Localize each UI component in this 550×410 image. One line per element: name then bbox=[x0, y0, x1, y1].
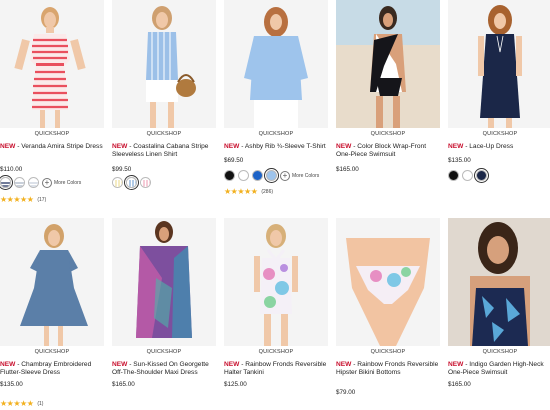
product-name[interactable]: NEW - Coastalina Cabana Stripe Sleeveles… bbox=[112, 143, 216, 159]
plus-icon: + bbox=[280, 170, 290, 181]
product-title[interactable]: Veranda Amira Stripe Dress bbox=[21, 143, 102, 150]
color-swatches bbox=[112, 177, 151, 188]
quickshop-link[interactable]: QUICKSHOP bbox=[112, 349, 216, 355]
color-swatches bbox=[448, 170, 487, 181]
product-image[interactable] bbox=[0, 218, 104, 346]
product-name[interactable]: NEW - Sun-Kissed On Georgette Off-The-Sh… bbox=[112, 361, 216, 377]
product-image[interactable] bbox=[112, 218, 216, 346]
rating[interactable]: ★★★★★ (1) bbox=[0, 399, 43, 408]
product-name[interactable]: NEW - Lace-Up Dress bbox=[448, 143, 550, 151]
new-badge: NEW bbox=[224, 361, 240, 368]
plus-icon: + bbox=[42, 177, 52, 188]
product-image[interactable] bbox=[448, 0, 550, 128]
quickshop-link[interactable]: QUICKSHOP bbox=[448, 131, 550, 137]
product-name[interactable]: NEW - Rainbow Fronds Reversible Hipster … bbox=[336, 361, 440, 377]
product-title[interactable]: Rainbow Fronds Reversible Halter Tankini bbox=[224, 361, 326, 376]
quickshop-link[interactable]: QUICKSHOP bbox=[224, 131, 328, 137]
product-image[interactable] bbox=[112, 0, 216, 128]
product-price: $110.00 bbox=[0, 166, 23, 173]
product-title[interactable]: Coastalina Cabana Stripe Sleeveless Line… bbox=[112, 143, 208, 158]
product-title[interactable]: Lace-Up Dress bbox=[469, 143, 513, 150]
star-rating-icon: ★★★★★ bbox=[0, 195, 34, 204]
swatch-navy[interactable] bbox=[476, 170, 487, 181]
new-badge: NEW bbox=[112, 361, 128, 368]
new-badge: NEW bbox=[0, 361, 16, 368]
product-price: $99.50 bbox=[112, 166, 132, 173]
rating[interactable]: ★★★★★ (286) bbox=[224, 187, 273, 196]
product-price: $135.00 bbox=[448, 157, 471, 164]
product-image[interactable] bbox=[336, 218, 440, 346]
product-price: $79.00 bbox=[336, 389, 356, 396]
star-rating-icon: ★★★★★ bbox=[0, 399, 34, 408]
product-price: $165.00 bbox=[448, 381, 471, 388]
swatch-gray-stripe[interactable] bbox=[14, 177, 25, 188]
quickshop-link[interactable]: QUICKSHOP bbox=[336, 131, 440, 137]
new-badge: NEW bbox=[336, 361, 352, 368]
review-count: (286) bbox=[261, 188, 274, 195]
color-swatches: + More Colors bbox=[224, 170, 319, 181]
product-title[interactable]: Sun-Kissed On Georgette Off-The-Shoulder… bbox=[112, 361, 209, 376]
more-colors-label: More Colors bbox=[292, 172, 320, 179]
new-badge: NEW bbox=[112, 143, 128, 150]
product-image[interactable] bbox=[224, 218, 328, 346]
quickshop-link[interactable]: QUICKSHOP bbox=[448, 349, 550, 355]
rating[interactable]: ★★★★★ (17) bbox=[0, 195, 46, 204]
product-title[interactable]: Ashby Rib ¾-Sleeve T-Shirt bbox=[245, 143, 326, 150]
product-price: $165.00 bbox=[336, 166, 359, 173]
product-name[interactable]: NEW - Indigo Garden High-Neck One-Piece … bbox=[448, 361, 550, 377]
product-name[interactable]: NEW - Chambray Embroidered Flutter-Sleev… bbox=[0, 361, 104, 377]
star-rating-icon: ★★★★★ bbox=[224, 187, 258, 196]
product-grid: QUICKSHOP NEW - Veranda Amira Stripe Dre… bbox=[0, 0, 550, 410]
product-image[interactable] bbox=[0, 0, 104, 128]
swatch-white[interactable] bbox=[462, 170, 473, 181]
product-image[interactable] bbox=[224, 0, 328, 128]
quickshop-link[interactable]: QUICKSHOP bbox=[0, 131, 104, 137]
product-price: $165.00 bbox=[112, 381, 135, 388]
review-count: (17) bbox=[37, 196, 47, 203]
product-title[interactable]: Indigo Garden High-Neck One-Piece Swimsu… bbox=[448, 361, 544, 376]
product-name[interactable]: NEW - Veranda Amira Stripe Dress bbox=[0, 143, 104, 151]
swatch-light-stripe[interactable] bbox=[28, 177, 39, 188]
color-swatches: + More Colors bbox=[0, 177, 81, 188]
new-badge: NEW bbox=[224, 143, 240, 150]
swatch-pink-stripe[interactable] bbox=[140, 177, 151, 188]
quickshop-link[interactable]: QUICKSHOP bbox=[112, 131, 216, 137]
product-price: $135.00 bbox=[0, 381, 23, 388]
swatch-black[interactable] bbox=[448, 170, 459, 181]
more-colors-button[interactable]: + More Colors bbox=[42, 177, 82, 188]
new-badge: NEW bbox=[448, 143, 464, 150]
new-badge: NEW bbox=[336, 143, 352, 150]
swatch-navy-stripe[interactable] bbox=[0, 177, 11, 188]
product-image[interactable] bbox=[448, 218, 550, 346]
product-image[interactable] bbox=[336, 0, 440, 128]
product-price: $125.00 bbox=[224, 381, 247, 388]
swatch-light-blue[interactable] bbox=[266, 170, 277, 181]
more-colors-label: More Colors bbox=[54, 179, 82, 186]
swatch-black[interactable] bbox=[224, 170, 235, 181]
swatch-blue[interactable] bbox=[252, 170, 263, 181]
more-colors-button[interactable]: + More Colors bbox=[280, 170, 320, 181]
product-name[interactable]: NEW - Ashby Rib ¾-Sleeve T-Shirt bbox=[224, 143, 328, 151]
product-name[interactable]: NEW - Rainbow Fronds Reversible Halter T… bbox=[224, 361, 328, 377]
swatch-white[interactable] bbox=[238, 170, 249, 181]
swatch-blue-stripe[interactable] bbox=[126, 177, 137, 188]
quickshop-link[interactable]: QUICKSHOP bbox=[0, 349, 104, 355]
review-count: (1) bbox=[37, 400, 44, 407]
product-name[interactable]: NEW - Color Block Wrap-Front One-Piece S… bbox=[336, 143, 440, 159]
product-title[interactable]: Rainbow Fronds Reversible Hipster Bikini… bbox=[336, 361, 438, 376]
new-badge: NEW bbox=[0, 143, 16, 150]
swatch-yellow-stripe[interactable] bbox=[112, 177, 123, 188]
new-badge: NEW bbox=[448, 361, 464, 368]
product-price: $69.50 bbox=[224, 157, 244, 164]
quickshop-link[interactable]: QUICKSHOP bbox=[336, 349, 440, 355]
quickshop-link[interactable]: QUICKSHOP bbox=[224, 349, 328, 355]
